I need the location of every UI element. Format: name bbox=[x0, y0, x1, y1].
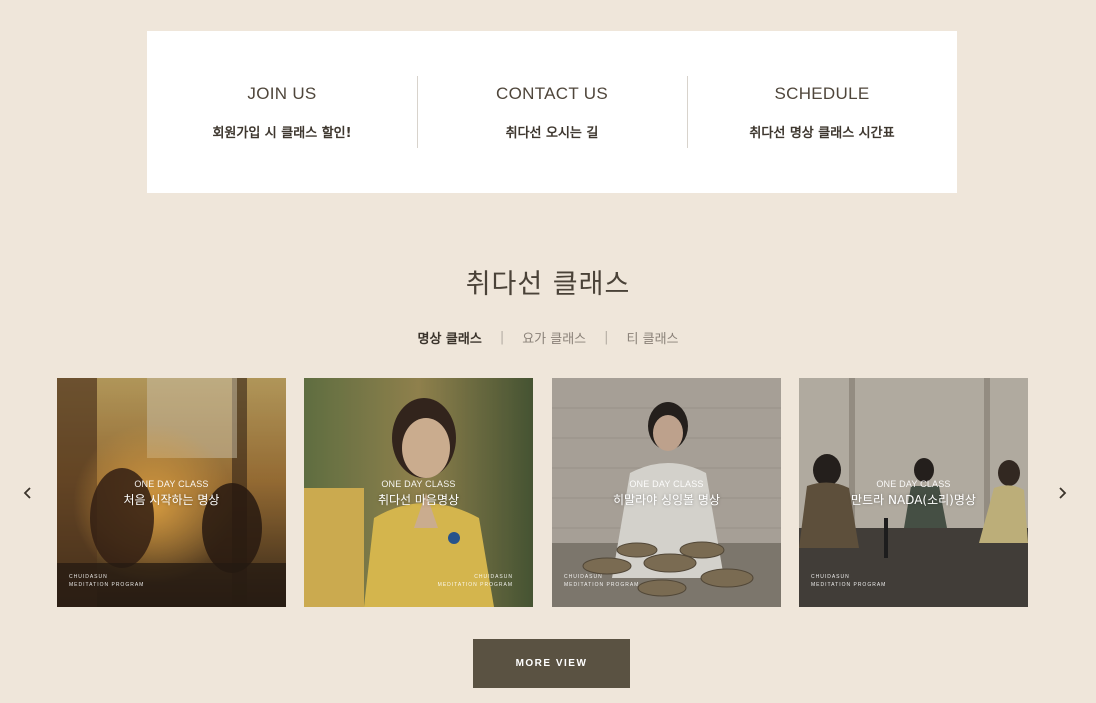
tab-tea-class[interactable]: 티 클래스 bbox=[627, 328, 679, 347]
card-title: 히말라야 싱잉볼 명상 bbox=[613, 493, 720, 507]
card-eyebrow: ONE DAY CLASS bbox=[381, 479, 456, 489]
join-us-link[interactable]: JOIN US 회원가입 시 클래스 할인! bbox=[147, 76, 417, 148]
card-brand-line1: CHUIDASUN bbox=[564, 574, 603, 580]
card-brand: CHUIDASUN MEDITATION PROGRAM bbox=[69, 573, 144, 589]
class-tabs: 명상 클래스 | 요가 클래스 | 티 클래스 bbox=[0, 328, 1096, 347]
page: JOIN US 회원가입 시 클래스 할인! CONTACT US 취다선 오시… bbox=[0, 0, 1096, 703]
class-card[interactable]: ONE DAY CLASS 만트라 NADA(소리)명상 CHUIDASUN M… bbox=[799, 378, 1028, 607]
tab-yoga-class[interactable]: 요가 클래스 bbox=[522, 328, 586, 347]
section-title: 취다선 클래스 bbox=[465, 269, 631, 300]
join-us-subtitle: 회원가입 시 클래스 할인! bbox=[212, 125, 352, 141]
class-card[interactable]: ONE DAY CLASS 취다선 마음명상 CHUIDASUN MEDITAT… bbox=[304, 378, 533, 607]
card-eyebrow: ONE DAY CLASS bbox=[876, 479, 951, 489]
card-brand: CHUIDASUN MEDITATION PROGRAM bbox=[438, 573, 513, 589]
more-view-button[interactable]: MORE VIEW bbox=[473, 639, 630, 688]
tab-meditation-class[interactable]: 명상 클래스 bbox=[417, 328, 481, 347]
card-brand: CHUIDASUN MEDITATION PROGRAM bbox=[564, 573, 639, 589]
contact-us-link[interactable]: CONTACT US 취다선 오시는 길 bbox=[417, 76, 687, 148]
tab-separator: | bbox=[499, 330, 505, 345]
card-title: 만트라 NADA(소리)명상 bbox=[851, 493, 976, 507]
schedule-subtitle: 취다선 명상 클래스 시간표 bbox=[749, 125, 895, 141]
card-title: 처음 시작하는 명상 bbox=[123, 493, 220, 507]
class-card[interactable]: ONE DAY CLASS 처음 시작하는 명상 CHUIDASUN MEDIT… bbox=[57, 378, 286, 607]
card-brand-line1: CHUIDASUN bbox=[474, 574, 513, 580]
card-brand-line2: MEDITATION PROGRAM bbox=[437, 582, 513, 588]
card-eyebrow: ONE DAY CLASS bbox=[629, 479, 704, 489]
chevron-left-icon bbox=[23, 487, 31, 499]
carousel-prev-button[interactable] bbox=[16, 481, 40, 505]
schedule-link[interactable]: SCHEDULE 취다선 명상 클래스 시간표 bbox=[687, 76, 957, 148]
card-brand-line2: MEDITATION PROGRAM bbox=[69, 582, 145, 588]
carousel-next-button[interactable] bbox=[1050, 481, 1074, 505]
tab-separator: | bbox=[604, 330, 609, 345]
info-box: JOIN US 회원가입 시 클래스 할인! CONTACT US 취다선 오시… bbox=[147, 31, 957, 193]
card-eyebrow: ONE DAY CLASS bbox=[134, 479, 209, 489]
card-title: 취다선 마음명상 bbox=[377, 493, 460, 507]
chevron-right-icon bbox=[1059, 487, 1067, 499]
card-brand-line1: CHUIDASUN bbox=[811, 574, 850, 580]
card-brand-line1: CHUIDASUN bbox=[69, 574, 108, 580]
schedule-title: SCHEDULE bbox=[774, 83, 870, 103]
contact-us-title: CONTACT US bbox=[496, 83, 608, 103]
contact-us-subtitle: 취다선 오시는 길 bbox=[505, 125, 599, 141]
card-brand: CHUIDASUN MEDITATION PROGRAM bbox=[811, 573, 886, 589]
class-carousel: ONE DAY CLASS 처음 시작하는 명상 CHUIDASUN MEDIT… bbox=[0, 378, 1096, 608]
card-brand-line2: MEDITATION PROGRAM bbox=[811, 582, 887, 588]
card-brand-line2: MEDITATION PROGRAM bbox=[564, 582, 640, 588]
join-us-title: JOIN US bbox=[247, 83, 317, 103]
class-card[interactable]: ONE DAY CLASS 히말라야 싱잉볼 명상 CHUIDASUN MEDI… bbox=[552, 378, 781, 607]
